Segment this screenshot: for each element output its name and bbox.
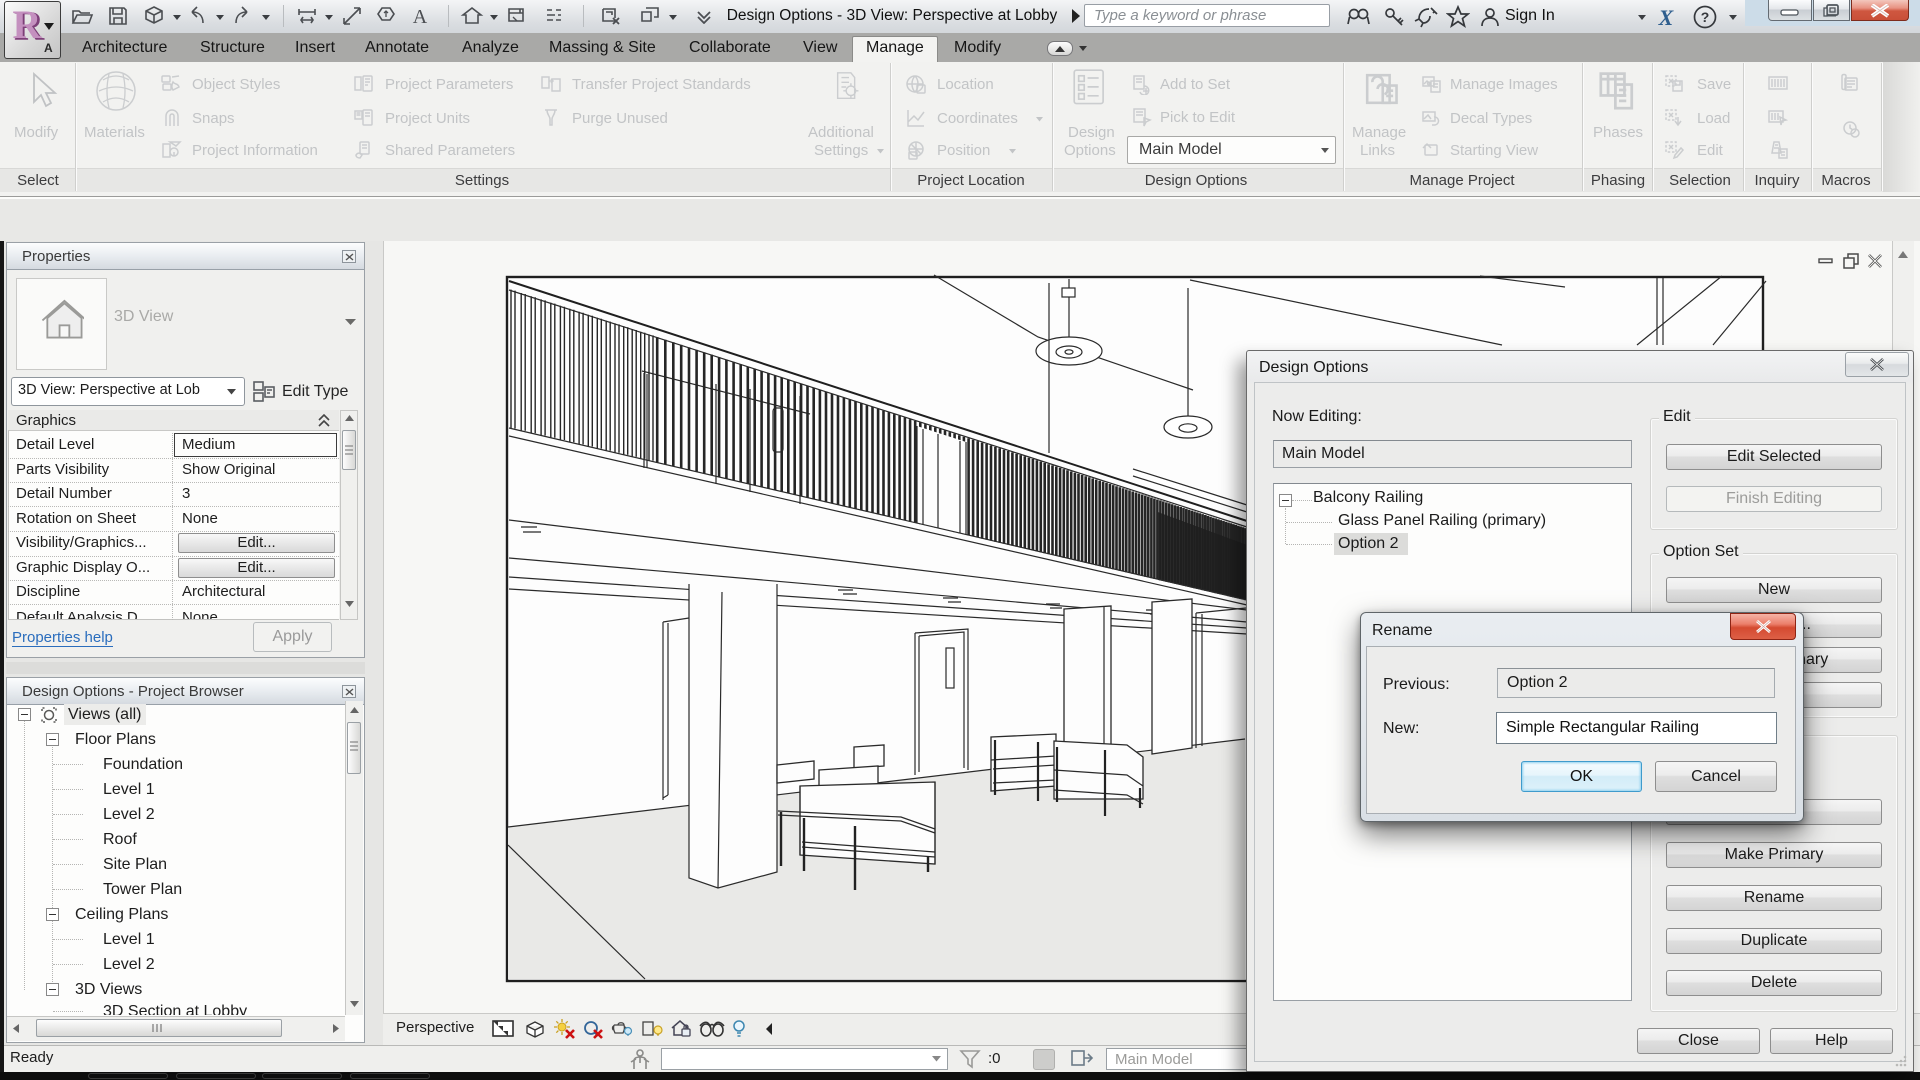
svg-text:X: X: [1658, 5, 1675, 30]
svg-text:A: A: [413, 6, 428, 28]
svg-text:?: ?: [1701, 9, 1710, 25]
svg-text:R: R: [13, 2, 43, 47]
